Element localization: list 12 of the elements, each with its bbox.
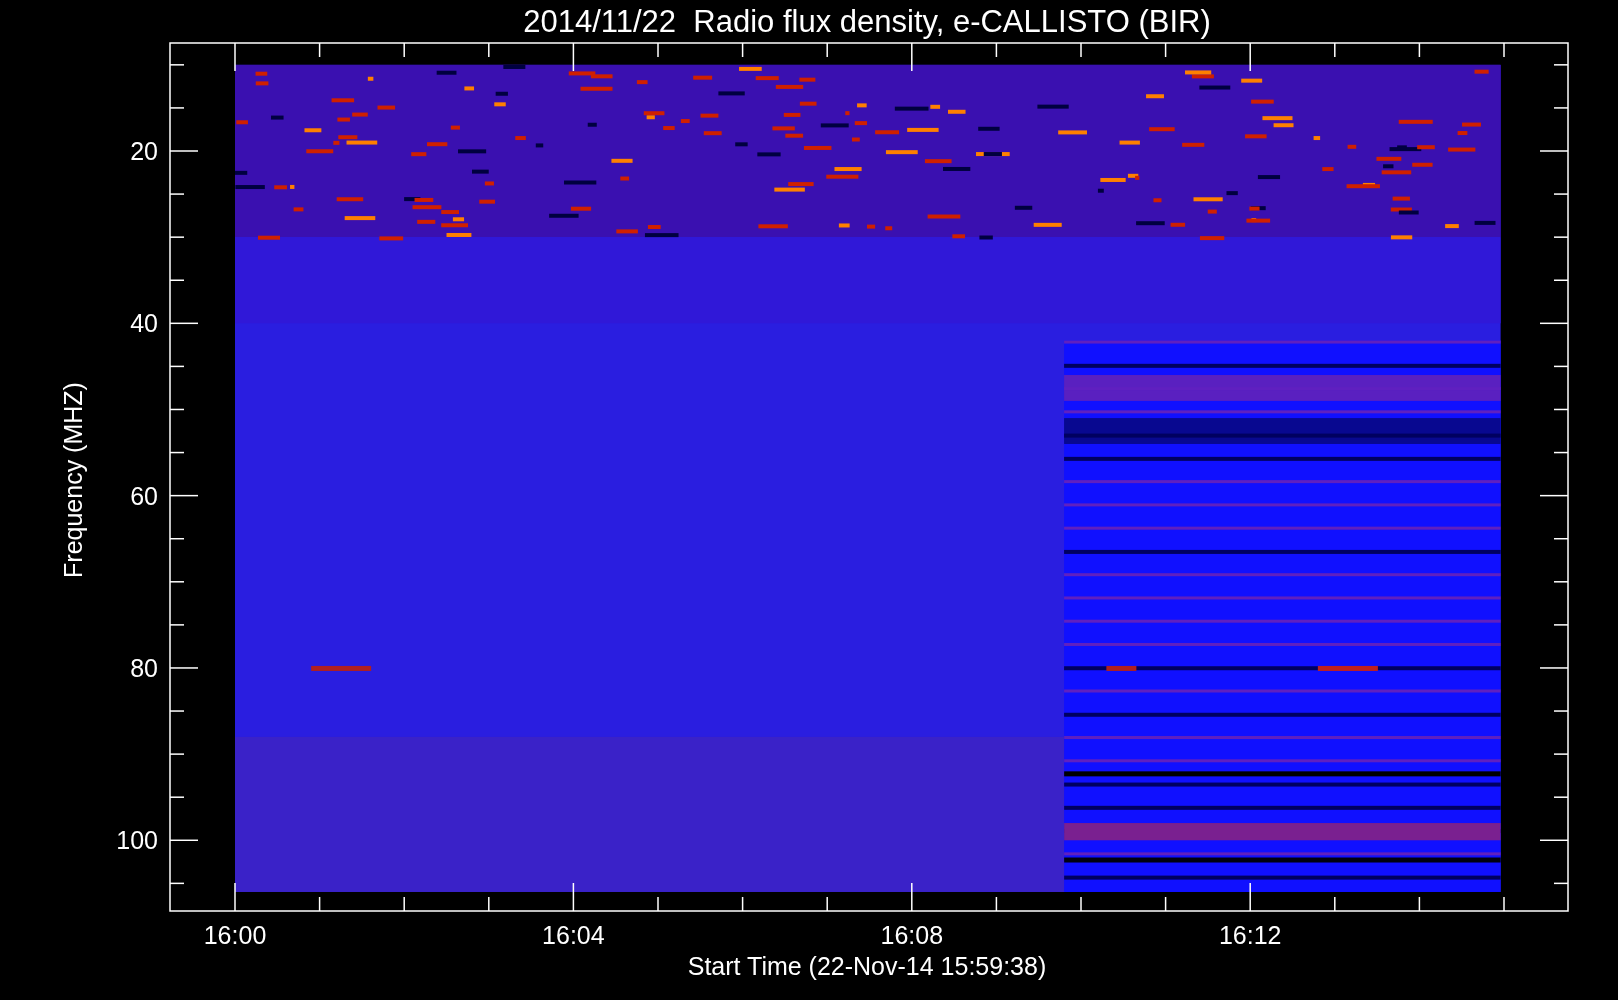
x-tick-label: 16:08 <box>880 921 944 949</box>
x-tick-label: 16:00 <box>203 921 267 949</box>
y-tick-label: 100 <box>116 826 158 855</box>
x-tick-label: 16:04 <box>542 921 605 949</box>
y-tick-label: 20 <box>130 137 158 165</box>
y-axis-label: Frequency (MHZ) <box>59 382 87 578</box>
x-tick-label: 16:12 <box>1218 921 1282 949</box>
y-tick-label: 60 <box>130 481 158 510</box>
y-tick-label: 80 <box>130 653 158 682</box>
x-axis-label: Start Time (22-Nov-14 15:59:38) <box>687 952 1047 980</box>
y-tick-label: 40 <box>130 309 158 338</box>
chart-title: 2014/11/22 Radio flux density, e-CALLISTO (BIR) <box>523 4 1211 39</box>
